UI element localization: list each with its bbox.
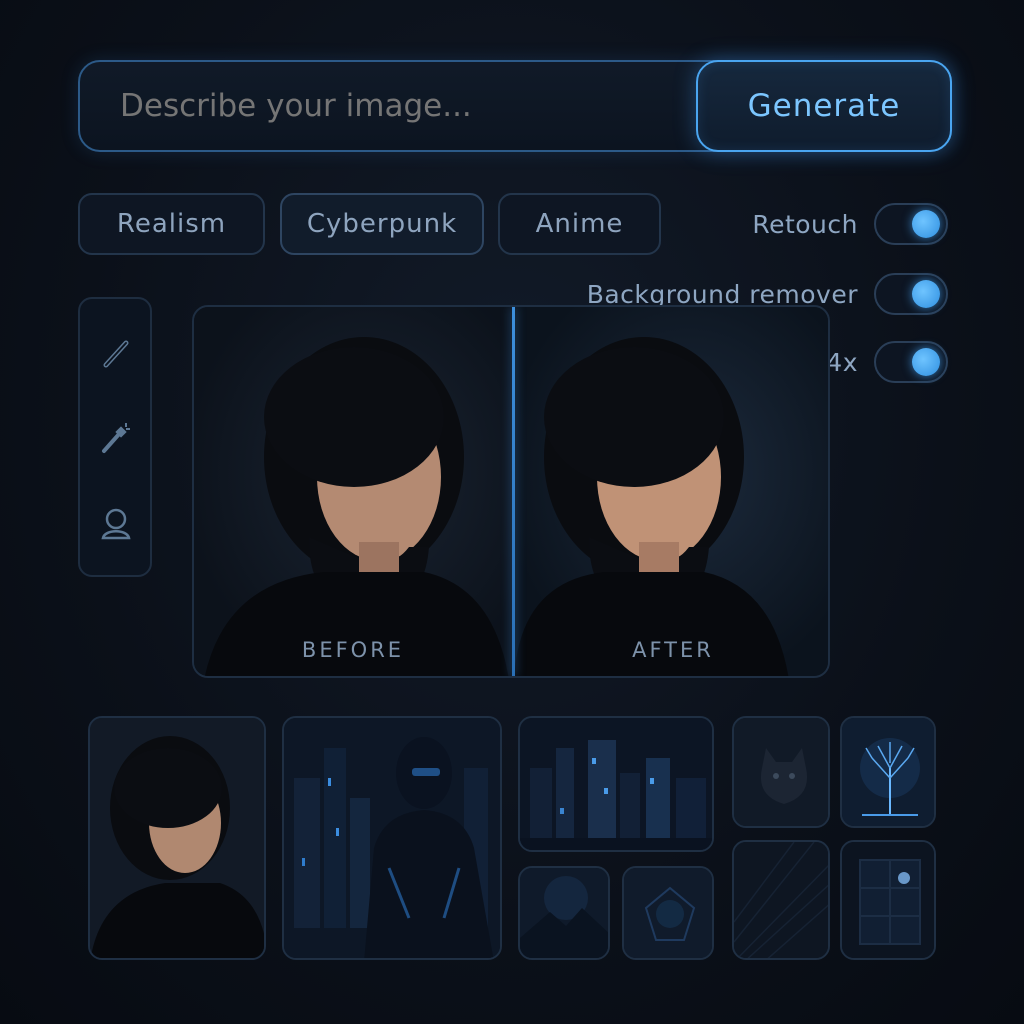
prompt-input[interactable]	[120, 88, 680, 124]
toggle-row-retouch: Retouch	[752, 203, 948, 245]
mountain-thumbnail[interactable]	[518, 866, 610, 960]
toggle-knob	[912, 210, 940, 238]
wand-icon[interactable]	[98, 419, 134, 455]
cat-thumbnail[interactable]	[732, 716, 830, 828]
portrait-thumbnail[interactable]	[88, 716, 266, 960]
after-image: AFTER	[514, 307, 828, 676]
style-chip-realism[interactable]: Realism	[78, 193, 265, 255]
window-thumbnail[interactable]	[840, 840, 936, 960]
brush-icon[interactable]	[98, 335, 134, 371]
tool-rail	[78, 297, 152, 577]
prompt-bar: Generate	[78, 60, 952, 152]
generate-button[interactable]: Generate	[696, 60, 952, 152]
before-image: BEFORE	[194, 307, 512, 676]
style-chip-cyberpunk[interactable]: Cyberpunk	[280, 193, 484, 255]
cyber-figure-thumbnail[interactable]	[282, 716, 502, 960]
city-night-thumbnail[interactable]	[518, 716, 714, 852]
abstract-thumbnail[interactable]	[622, 866, 714, 960]
upscale-toggle[interactable]	[874, 341, 948, 383]
retouch-toggle[interactable]	[874, 203, 948, 245]
person-icon[interactable]	[98, 505, 134, 541]
before-caption: BEFORE	[301, 638, 405, 662]
toggle-knob	[912, 280, 940, 308]
compare-slider-handle[interactable]	[512, 307, 515, 676]
after-caption: AFTER	[632, 638, 714, 662]
toggle-label: Retouch	[752, 209, 858, 239]
glowing-tree-thumbnail[interactable]	[840, 716, 936, 828]
style-chip-anime[interactable]: Anime	[498, 193, 661, 255]
before-after-compare[interactable]: BEFORE AFTER	[192, 305, 830, 678]
toggle-knob	[912, 348, 940, 376]
texture-thumbnail[interactable]	[732, 840, 830, 960]
background-remover-toggle[interactable]	[874, 273, 948, 315]
